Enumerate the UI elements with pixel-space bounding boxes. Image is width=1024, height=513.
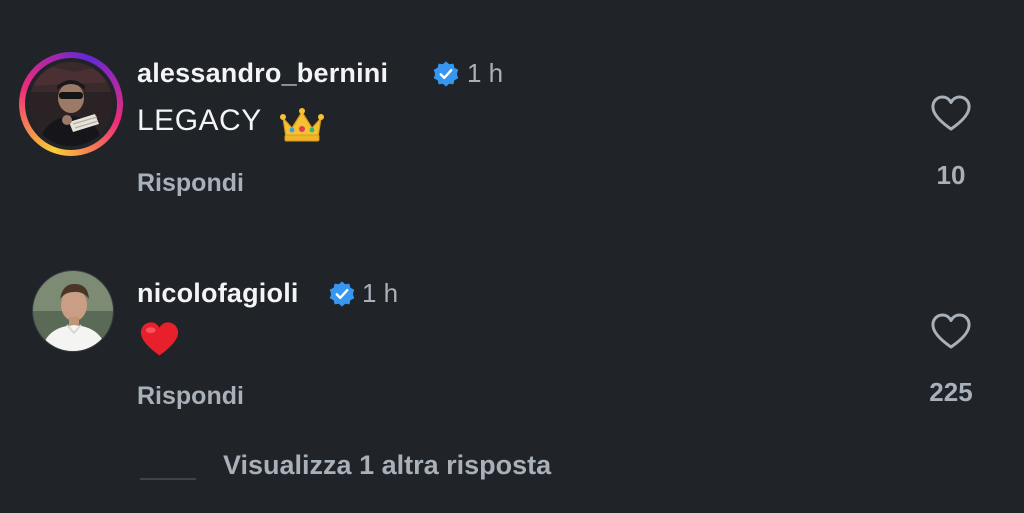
comment-time: 1 h — [467, 58, 504, 88]
like-count[interactable]: 10 — [906, 160, 996, 191]
heart-outline-icon[interactable] — [930, 94, 972, 132]
comment-item: alessandro_bernini 1 h LEGACY Rispondi 1… — [0, 0, 1024, 240]
like-count[interactable]: 225 — [906, 377, 996, 408]
view-more-label[interactable]: Visualizza 1 altra risposta — [223, 450, 551, 481]
crown-icon — [280, 108, 324, 142]
reply-button[interactable]: Rispondi — [137, 382, 244, 411]
verified-badge-icon — [329, 281, 355, 307]
comments-thread: alessandro_bernini 1 h LEGACY Rispondi 1… — [0, 0, 1024, 513]
reply-button[interactable]: Rispondi — [137, 169, 244, 198]
verified-badge-icon — [433, 61, 459, 87]
avatar[interactable] — [29, 62, 113, 146]
username[interactable]: alessandro_bernini — [137, 58, 388, 89]
comment-text: LEGACY — [137, 104, 262, 137]
divider — [140, 477, 196, 480]
avatar[interactable] — [32, 270, 114, 352]
comment-item: nicolofagioli 1 h Rispondi 225 — [0, 240, 1024, 440]
comment-time: 1 h — [362, 278, 399, 308]
red-heart-icon — [140, 322, 179, 356]
heart-outline-icon[interactable] — [930, 312, 972, 350]
view-more-replies[interactable]: Visualizza 1 altra risposta — [140, 450, 551, 481]
username[interactable]: nicolofagioli — [137, 278, 299, 309]
